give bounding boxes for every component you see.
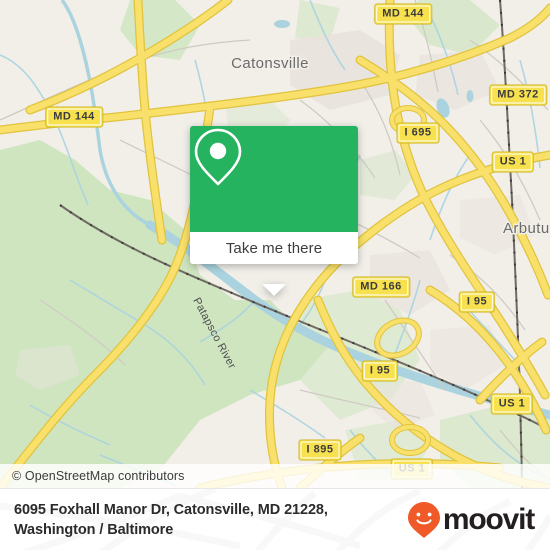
footer-bar: 6095 Foxhall Manor Dr, Catonsville, MD 2…	[0, 488, 550, 550]
road-shield-label: MD 372	[491, 86, 545, 104]
road-shield-label: US 1	[492, 395, 532, 413]
callout-pin-area	[190, 126, 358, 232]
road-shield-label: US 1	[493, 153, 533, 171]
road-shield-label: I 95	[460, 293, 494, 311]
map-screenshot: Catonsville Arbutus Patapsco River MD 14…	[0, 0, 550, 550]
road-shield: MD 166	[352, 276, 410, 298]
road-shield: MD 144	[374, 3, 432, 25]
footer-address: 6095 Foxhall Manor Dr, Catonsville, MD 2…	[14, 500, 407, 540]
road-shield-label: I 895	[300, 441, 340, 459]
moovit-wordmark: moovit	[442, 503, 535, 536]
road-shield-label: I 695	[398, 124, 438, 142]
road-shield-label: MD 166	[354, 278, 408, 296]
road-shield: MD 372	[489, 84, 547, 106]
moovit-logo[interactable]: moovit	[407, 501, 536, 539]
road-shield: I 95	[361, 360, 399, 382]
location-callout-card[interactable]: Take me there	[190, 126, 358, 296]
map-pin-icon	[194, 128, 242, 186]
footer-address-line-1: 6095 Foxhall Manor Dr, Catonsville, MD 2…	[14, 502, 328, 518]
place-label-catonsville: Catonsville	[231, 55, 309, 72]
road-shield: I 95	[458, 291, 496, 313]
map-canvas[interactable]: Catonsville Arbutus Patapsco River MD 14…	[0, 0, 550, 488]
map-attribution-bar: © OpenStreetMap contributors	[0, 464, 550, 488]
take-me-there-button[interactable]: Take me there	[190, 232, 358, 264]
road-shield-label: I 95	[363, 362, 397, 380]
road-shield-label: MD 144	[47, 108, 101, 126]
road-shield-label: MD 144	[376, 5, 430, 23]
road-shield: I 895	[298, 439, 342, 461]
road-shield: US 1	[491, 151, 535, 173]
road-shield: I 695	[396, 122, 440, 144]
place-label-arbutus: Arbutus	[503, 220, 550, 237]
callout-tail	[262, 284, 286, 296]
moovit-pin-smiley-icon	[407, 502, 440, 538]
take-me-there-label: Take me there	[225, 239, 323, 257]
road-shield: MD 144	[45, 106, 103, 128]
footer-address-line-2: Washington / Baltimore	[14, 522, 174, 538]
osm-attribution-text: © OpenStreetMap contributors	[12, 469, 185, 483]
road-shield: US 1	[490, 393, 534, 415]
